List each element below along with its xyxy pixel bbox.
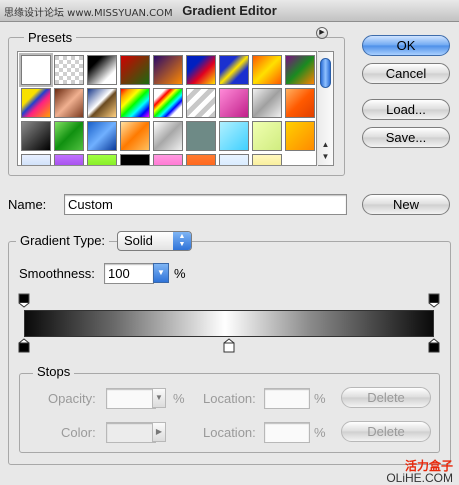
orange-red-swatch[interactable] (285, 88, 315, 118)
orange-yellow-orange-swatch[interactable] (252, 55, 282, 85)
gradient-type-label: Gradient Type: (16, 233, 110, 248)
save-button[interactable]: Save... (362, 127, 450, 148)
light-blue-swatch[interactable] (219, 121, 249, 151)
load-button[interactable]: Load... (362, 99, 450, 120)
presets-scrollbar[interactable]: ▲ ▼ (318, 51, 334, 166)
popup-arrows-icon: ▲ ▼ (173, 232, 191, 250)
violet-orange-swatch[interactable] (153, 55, 183, 85)
opacity-stop-icon[interactable] (18, 293, 30, 308)
color-swatch-field[interactable] (106, 422, 156, 443)
smoothness-label: Smoothness: (19, 266, 95, 281)
color-stop-icon[interactable] (18, 338, 30, 353)
scroll-thumb[interactable] (320, 58, 331, 88)
magenta-swatch[interactable] (219, 88, 249, 118)
watermark-bottom-en: OLiHE.COM (386, 471, 453, 485)
lime-swatch[interactable] (87, 154, 117, 165)
color-label: Color: (61, 425, 96, 440)
stops-label: Stops (33, 364, 75, 379)
yellow-orange-swatch[interactable] (285, 121, 315, 151)
smoothness-unit: % (174, 266, 186, 281)
violet-green-orange-swatch[interactable] (285, 55, 315, 85)
gradient-type-select[interactable]: Solid ▲ ▼ (117, 231, 192, 251)
color-stop-icon[interactable] (428, 338, 440, 353)
opacity-location-unit: % (314, 391, 326, 406)
gradient-preview-bar[interactable] (24, 310, 434, 337)
gray-white-swatch[interactable] (153, 121, 183, 151)
blue-swatch[interactable] (87, 121, 117, 151)
opacity-location-label: Location: (203, 391, 256, 406)
white-swatch[interactable] (19, 53, 53, 87)
transparent-rainbow-swatch[interactable] (153, 88, 183, 118)
opacity-unit: % (173, 391, 185, 406)
scroll-up-icon[interactable]: ▲ (320, 140, 331, 150)
opacity-field[interactable] (106, 388, 156, 409)
green-swatch[interactable] (54, 121, 84, 151)
presets-grid (17, 51, 317, 166)
transparent-stripes-swatch[interactable] (186, 88, 216, 118)
cancel-button[interactable]: Cancel (362, 63, 450, 84)
dark-gray-swatch[interactable] (21, 121, 51, 151)
opacity-dropdown-icon[interactable]: ▼ (152, 388, 166, 408)
pale-yellow-swatch[interactable] (252, 154, 282, 165)
color-location-label: Location: (203, 425, 256, 440)
scroll-down-icon[interactable]: ▼ (320, 152, 331, 162)
purple-swatch[interactable] (54, 154, 84, 165)
silver-swatch[interactable] (252, 88, 282, 118)
delete-color-stop-button[interactable]: Delete (341, 421, 431, 442)
delete-opacity-stop-button[interactable]: Delete (341, 387, 431, 408)
light-green-swatch[interactable] (252, 121, 282, 151)
opacity-label: Opacity: (48, 391, 96, 406)
opacity-location-field[interactable] (264, 388, 310, 409)
orange-swatch[interactable] (120, 121, 150, 151)
blue-yellow-blue-swatch[interactable] (219, 55, 249, 85)
copper-swatch[interactable] (54, 88, 84, 118)
color-location-field[interactable] (264, 422, 310, 443)
color-arrow-icon[interactable]: ▶ (152, 422, 166, 442)
red-green-swatch[interactable] (120, 55, 150, 85)
yellow-violet-stripe-swatch[interactable] (21, 88, 51, 118)
pale-blue-swatch[interactable] (219, 154, 249, 165)
black-swatch[interactable] (120, 154, 150, 165)
ok-button[interactable]: OK (362, 35, 450, 56)
black-white-swatch[interactable] (87, 55, 117, 85)
color-stop-icon[interactable] (223, 338, 235, 353)
spectrum-swatch[interactable] (120, 88, 150, 118)
sky-swatch[interactable] (21, 154, 51, 165)
orange-red-bottom-swatch[interactable] (186, 154, 216, 165)
opacity-stop-icon[interactable] (428, 293, 440, 308)
name-field[interactable]: Custom (64, 194, 347, 215)
teal-gray-swatch[interactable] (186, 121, 216, 151)
watermark-bottom: 活力盒子 OLiHE.COM (386, 460, 453, 484)
smoothness-field[interactable]: 100 (104, 263, 154, 284)
pink-swatch[interactable] (153, 154, 183, 165)
blue-red-yellow-swatch[interactable] (186, 55, 216, 85)
color-location-unit: % (314, 425, 326, 440)
chrome-swatch[interactable] (87, 88, 117, 118)
title-bar: 思缘设计论坛 www.MISSYUAN.COM Gradient Editor (0, 0, 459, 22)
presets-label: Presets (24, 30, 77, 45)
presets-menu-icon[interactable]: ▶ (316, 27, 328, 39)
gradient-type-value: Solid (124, 233, 153, 248)
transparent-swatch[interactable] (54, 55, 84, 85)
window-title: Gradient Editor (182, 3, 277, 18)
name-label: Name: (8, 197, 47, 212)
new-button[interactable]: New (362, 194, 450, 215)
smoothness-dropdown-icon[interactable]: ▼ (153, 263, 169, 283)
